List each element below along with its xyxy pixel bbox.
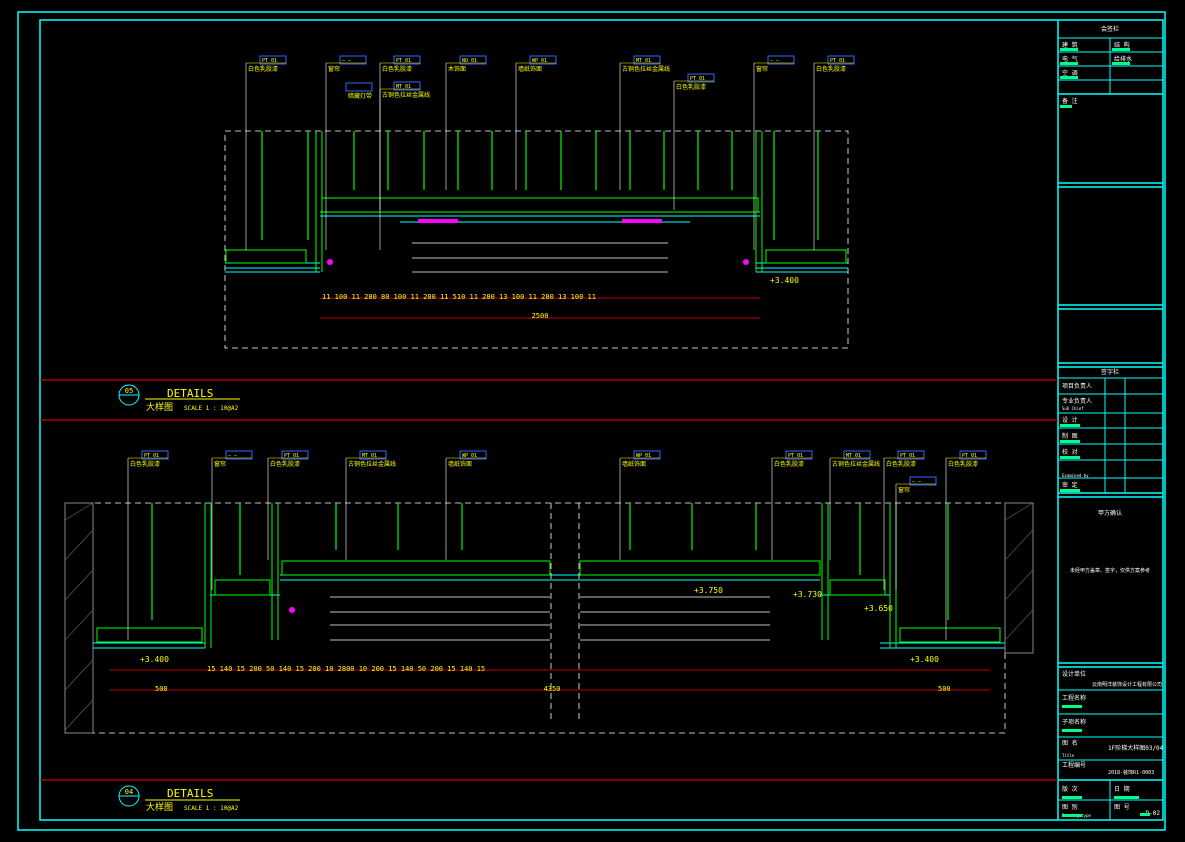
svg-text:白色乳胶漆: 白色乳胶漆 [948,460,978,468]
bottom-callout-2: PT 01白色乳胶漆 [267,450,309,560]
svg-text:木饰面: 木饰面 [448,65,466,73]
svg-text:子项名称: 子项名称 [1062,718,1086,726]
svg-text:版 次: 版 次 [1062,785,1078,793]
outer-frame [17,11,1166,831]
svg-text:日 期: 日 期 [1114,785,1130,793]
svg-text:校 对: 校 对 [1062,448,1078,456]
bottom-callout-5: WP 01墙纸饰面 [619,450,661,560]
svg-text:审 定: 审 定 [1062,481,1078,489]
bottom-level-1: +3.400 [140,655,169,664]
svg-text:制 图: 制 图 [1062,432,1078,440]
bottom-detail: 15 140 15 200 50 140 15 200 10 2800 10 2… [64,450,1034,734]
svg-text:SCALE 1 : 10@A2: SCALE 1 : 10@A2 [184,405,239,412]
svg-text:设 计: 设 计 [1062,416,1078,424]
top-callout-4: WP 01墙纸饰面 [515,55,557,190]
detail-label-top: 05 DETAILS 大样图 SCALE 1 : 10@A2 [118,384,240,413]
bottom-callout-3: MT 01古铜色拉丝金属线 [345,450,396,560]
bottom-level-3: +3.730 [793,590,822,599]
bottom-callout-4: WP 01墙纸饰面 [445,450,487,560]
bottom-dim-a: 500 [155,685,168,693]
svg-text:2018-装饰R1-0003: 2018-装饰R1-0003 [1108,769,1154,776]
svg-text:04: 04 [125,788,133,796]
svg-text:白色乳胶漆: 白色乳胶漆 [774,460,804,468]
bottom-level-2: +3.750 [694,586,723,595]
svg-text:古铜色拉丝金属线: 古铜色拉丝金属线 [622,65,670,73]
svg-text:甲方确认: 甲方确认 [1098,509,1122,517]
svg-text:白色乳胶漆: 白色乳胶漆 [248,65,278,73]
bottom-level-4: +3.650 [864,604,893,613]
bottom-callout-0: PT 01白色乳胶漆 [127,450,169,640]
svg-text:Examined by: Examined by [1062,473,1089,478]
svg-text:会签栏: 会签栏 [1101,25,1119,33]
bottom-dim-row: 15 140 15 200 50 140 15 200 10 2800 10 2… [207,665,485,673]
bottom-callout-10: — —窗帘 [895,476,937,590]
svg-text:SCALE 1 : 10@A2: SCALE 1 : 10@A2 [184,805,239,812]
svg-text:窗帘: 窗帘 [214,460,226,468]
svg-text:墙纸饰面: 墙纸饰面 [448,460,472,468]
svg-text:白色乳胶漆: 白色乳胶漆 [130,460,160,468]
top-callout-5: MT 01古铜色拉丝金属线 [619,55,670,190]
svg-text:结 构: 结 构 [1114,41,1130,49]
svg-text:古铜色拉丝金属线: 古铜色拉丝金属线 [348,460,396,468]
svg-text:墙纸饰面: 墙纸饰面 [622,460,646,468]
bottom-dim-c: 500 [938,685,951,693]
top-level: +3.400 [770,276,799,285]
svg-text:白色乳胶漆: 白色乳胶漆 [382,65,412,73]
svg-text:Sub Chief: Sub Chief [1062,406,1084,411]
top-dim-row: 11 100 11 280 80 100 11 280 11 510 11 28… [322,293,596,301]
svg-text:给排水: 给排水 [1114,55,1132,63]
svg-text:窗帘: 窗帘 [898,486,910,494]
svg-text:图 别: 图 别 [1062,803,1078,811]
svg-text:电 气: 电 气 [1062,55,1078,63]
bottom-level-5: +3.400 [910,655,939,664]
svg-text:05: 05 [125,387,133,395]
svg-text:DETAILS: DETAILS [167,387,213,400]
svg-text:古铜色拉丝金属线: 古铜色拉丝金属线 [382,91,430,99]
svg-text:DETAILS: DETAILS [167,787,213,800]
svg-text:专业负责人: 专业负责人 [1062,397,1092,405]
bottom-callout-6: PT 01白色乳胶漆 [771,450,813,560]
bottom-callout-7: MT 01古铜色拉丝金属线 [829,450,880,560]
svg-text:白色乳胶漆: 白色乳胶漆 [816,65,846,73]
cad-drawing-canvas: 11 100 11 280 80 100 11 280 11 510 11 28… [17,11,1166,831]
svg-text:工程名称: 工程名称 [1062,694,1086,702]
detail-label-bottom: 04 DETAILS 大样图 SCALE 1 : 10@A2 [118,785,240,813]
top-callout-3: NO 01木饰面 [445,55,487,190]
svg-text:白色乳胶漆: 白色乳胶漆 [886,460,916,468]
svg-text:图 名: 图 名 [1062,739,1078,747]
svg-text:未经甲方盖章、签字，仅供方案参考: 未经甲方盖章、签字，仅供方案参考 [1070,567,1150,574]
top-detail: 11 100 11 280 80 100 11 280 11 510 11 28… [224,55,855,349]
bottom-callout-9: PT 01白色乳胶漆 [945,450,987,640]
top-total-dim: 2500 [532,312,549,320]
svg-text:大样图: 大样图 [146,401,173,413]
title-block-text: 会签栏 建 筑 结 构 电 气 给排水 空 调 备 注 签字栏 项目负责人 专业… [1062,25,1164,818]
svg-text:古铜色拉丝金属线: 古铜色拉丝金属线 [832,460,880,468]
svg-text:签字栏: 签字栏 [1101,368,1119,376]
svg-text:Title: Title [1062,753,1075,758]
svg-text:备 注: 备 注 [1062,97,1078,105]
svg-text:云南明洋装饰设计工程有限公司: 云南明洋装饰设计工程有限公司 [1092,681,1162,688]
svg-text:建 筑: 建 筑 [1062,41,1078,49]
svg-text:白色乳胶漆: 白色乳胶漆 [676,83,706,91]
svg-text:窗帘: 窗帘 [756,65,768,73]
top-note-hidden-light: 暗藏灯带 [348,92,372,100]
svg-text:项目负责人: 项目负责人 [1062,382,1092,390]
svg-text:窗帘: 窗帘 [328,65,340,73]
svg-text:白色乳胶漆: 白色乳胶漆 [270,460,300,468]
bottom-dim-b: 4350 [544,685,561,693]
svg-text:1F阶梯大样图03/04: 1F阶梯大样图03/04 [1108,744,1164,752]
svg-text:墙纸饰面: 墙纸饰面 [518,65,542,73]
bottom-callout-1: — —窗帘 [211,450,253,590]
svg-text:大样图: 大样图 [146,801,173,813]
title-block [1058,37,1163,820]
svg-text:设计单位: 设计单位 [1062,670,1086,678]
top-callout-6: PT 01白色乳胶漆 [673,73,715,210]
top-callout-0: PT 01白色乳胶漆 [245,55,287,250]
svg-text:空 调: 空 调 [1062,69,1078,77]
svg-text:图 号: 图 号 [1114,804,1130,811]
svg-text:工程编号: 工程编号 [1062,761,1086,769]
